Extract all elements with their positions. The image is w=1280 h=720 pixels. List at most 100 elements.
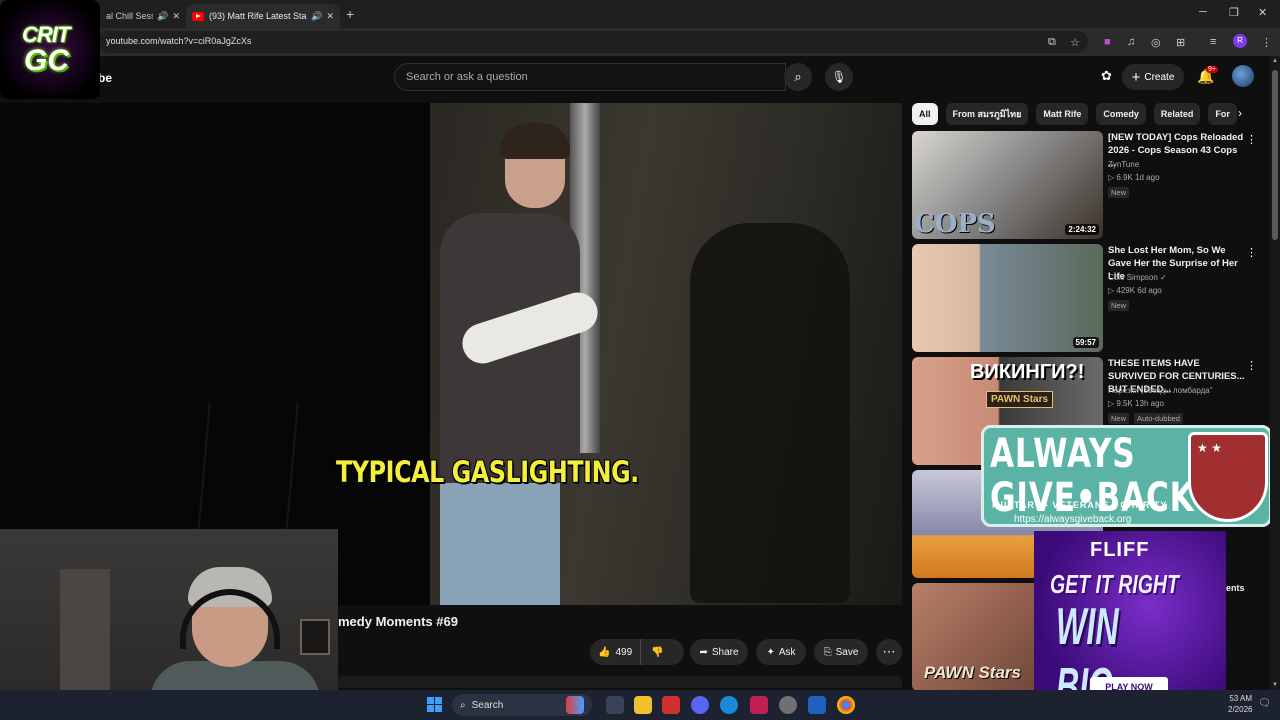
search-icon: ⌕ [794, 69, 802, 84]
save-button[interactable]: ⎘ Save [814, 639, 868, 665]
browser-tab-active[interactable]: (93) Matt Rife Latest Stand 🔊 ✕ [186, 4, 340, 28]
chip-for-you[interactable]: For [1208, 103, 1237, 125]
chip-all[interactable]: All [912, 103, 938, 125]
share-icon: ➦ [699, 646, 708, 658]
chip-from-channel[interactable]: From สมรภูมิไทย [945, 103, 1029, 125]
video-thumbnail[interactable]: COPS 2:24:32 [912, 131, 1103, 239]
channel-name[interactable]: Нарезки „Звезды ломбарда" [1108, 386, 1213, 395]
video-thumbnail[interactable]: 59:57 [912, 244, 1103, 352]
more-actions-button[interactable]: ⋯ [876, 639, 902, 665]
page-scrollbar[interactable]: ▲ ▼ [1270, 56, 1280, 690]
address-toolbar: youtube.com/watch?v=ciR0aJgZcXs ⧉ ☆ ■ ♫ … [0, 28, 1280, 56]
crit-gc-logo: CRIT GC [0, 0, 100, 99]
chip-related[interactable]: Related [1153, 103, 1201, 125]
view-meta: ▷ 6.9K 1d ago [1108, 173, 1160, 182]
speaker-icon[interactable]: 🔊 [157, 11, 168, 22]
fliff-headline1: GET IT RIGHT [1050, 569, 1179, 599]
windows-start-icon[interactable] [427, 697, 442, 712]
chip-comedy[interactable]: Comedy [1096, 103, 1146, 125]
like-button[interactable]: 👍 499 [590, 639, 642, 665]
view-meta: ▷ 9.5K 13h ago [1108, 399, 1164, 408]
taskbar-clock[interactable]: 53 AM 2/2026 [1228, 693, 1252, 715]
plus-icon: + [1131, 68, 1141, 86]
channel-name[interactable]: Cole Simpson ✓ [1108, 273, 1167, 282]
browser-menu-icon[interactable]: ⋮ [1261, 36, 1272, 49]
bookmark-star-icon[interactable]: ☆ [1070, 36, 1080, 49]
new-badge: New [1108, 300, 1130, 311]
bookmark-icon: ⎘ [823, 646, 832, 658]
share-button[interactable]: ➦ Share [690, 639, 748, 665]
youtube-header: be Search or ask a question ⌕ 🎙 ✿ + Crea… [0, 56, 1270, 98]
taskbar-ea-icon[interactable] [808, 696, 826, 714]
video-title: medy Moments #69 [338, 614, 458, 629]
search-icon: ⌕ [460, 699, 466, 711]
install-app-icon[interactable]: ⧉ [1048, 36, 1056, 49]
maximize-icon[interactable]: ❐ [1229, 6, 1239, 19]
cast-icon[interactable]: ✿ [1101, 68, 1112, 84]
minimize-icon[interactable]: ─ [1199, 6, 1207, 18]
tab-title: al Chill Sessi [106, 11, 154, 21]
description-box[interactable] [338, 676, 902, 688]
profile-avatar[interactable]: R [1233, 34, 1247, 48]
more-options-icon[interactable]: ⋮ [1246, 359, 1257, 372]
taskbar-app-icon[interactable] [662, 696, 680, 714]
close-tab-icon[interactable]: ✕ [326, 11, 334, 22]
vpn-icon[interactable]: ◎ [1151, 36, 1161, 49]
auto-dubbed-badge: Auto-dubbed [1134, 413, 1183, 424]
extensions-puzzle-icon[interactable]: ⊞ [1176, 36, 1185, 49]
search-button[interactable]: ⌕ [784, 63, 812, 91]
account-avatar[interactable] [1232, 65, 1254, 87]
dislike-button[interactable]: 👎 [641, 647, 673, 658]
thumbnail-logo: PAWN Stars [986, 391, 1054, 408]
save-label: Save [835, 646, 859, 658]
thumbnail-text: COPS [914, 209, 996, 239]
recommendation-item[interactable]: 59:57 She Lost Her Mom, So We Gave Her t… [912, 244, 1258, 352]
voice-search-button[interactable]: 🎙 [825, 63, 853, 91]
new-badge: New [1108, 187, 1130, 198]
taskbar-search-label: Search [471, 699, 504, 711]
taskbar-task-view-icon[interactable] [606, 696, 624, 714]
scroll-up-icon[interactable]: ▲ [1272, 58, 1278, 64]
taskbar-time: 53 AM [1229, 694, 1252, 703]
recommendation-item[interactable]: COPS 2:24:32 [NEW TODAY] Cops Reloaded 2… [912, 131, 1258, 239]
close-tab-icon[interactable]: ✕ [172, 11, 180, 22]
speaker-icon[interactable]: 🔊 [311, 11, 322, 22]
close-window-icon[interactable]: ✕ [1258, 6, 1267, 19]
more-options-icon[interactable]: ⋮ [1246, 246, 1257, 259]
duration-badge: 2:24:32 [1065, 224, 1099, 235]
chip-matt-rife[interactable]: Matt Rife [1036, 103, 1089, 125]
new-tab-icon[interactable]: + [346, 6, 354, 22]
search-input[interactable]: Search or ask a question [394, 63, 786, 91]
taskbar-settings-icon[interactable] [779, 696, 797, 714]
browser-tab[interactable]: al Chill Sessi 🔊 ✕ [100, 4, 186, 28]
channel-name[interactable]: ZynTune [1108, 160, 1139, 169]
duration-badge: 59:57 [1072, 337, 1099, 348]
view-meta: ▷ 429K 6d ago [1108, 286, 1162, 295]
video-performer-legs [440, 483, 560, 605]
video-performer-hair [500, 123, 570, 159]
thumbnail-text: PAWN Stars [924, 663, 1021, 682]
always-give-back-banner: ALWAYS GIVE•BACK MILITARY - VETERANS - C… [981, 425, 1272, 527]
address-bar[interactable]: youtube.com/watch?v=ciR0aJgZcXs [98, 31, 1088, 53]
taskbar-edge-icon[interactable] [720, 696, 738, 714]
more-options-icon[interactable]: ⋮ [1246, 133, 1257, 146]
taskbar-discord-icon[interactable] [691, 696, 709, 714]
chevron-right-icon[interactable]: › [1238, 106, 1242, 120]
taskbar-chrome-icon[interactable] [837, 696, 855, 714]
youtube-logo[interactable]: be [98, 71, 112, 85]
notification-center-icon[interactable]: 🗨 [1258, 698, 1271, 709]
url-text: youtube.com/watch?v=ciR0aJgZcXs [106, 36, 252, 46]
create-button[interactable]: + Create [1122, 64, 1184, 90]
taskbar-app-icon[interactable] [750, 696, 768, 714]
filter-chips: All From สมรภูมิไทย Matt Rife Comedy Rel… [912, 103, 1237, 125]
extension-icon[interactable]: ■ [1104, 36, 1111, 48]
taskbar-app-widget-icon[interactable] [566, 696, 584, 714]
media-control-icon[interactable]: ♫ [1127, 36, 1135, 48]
ask-button[interactable]: ✦ Ask [756, 639, 806, 665]
scroll-down-icon[interactable]: ▼ [1272, 682, 1278, 688]
taskbar-file-explorer-icon[interactable] [634, 696, 652, 714]
tab-search-icon[interactable]: ≡ [1210, 36, 1216, 48]
video-caption: TYPICAL GASLIGHTING. [336, 455, 639, 489]
scrollbar-thumb[interactable] [1272, 70, 1278, 240]
webcam-picture-frame [300, 619, 330, 655]
